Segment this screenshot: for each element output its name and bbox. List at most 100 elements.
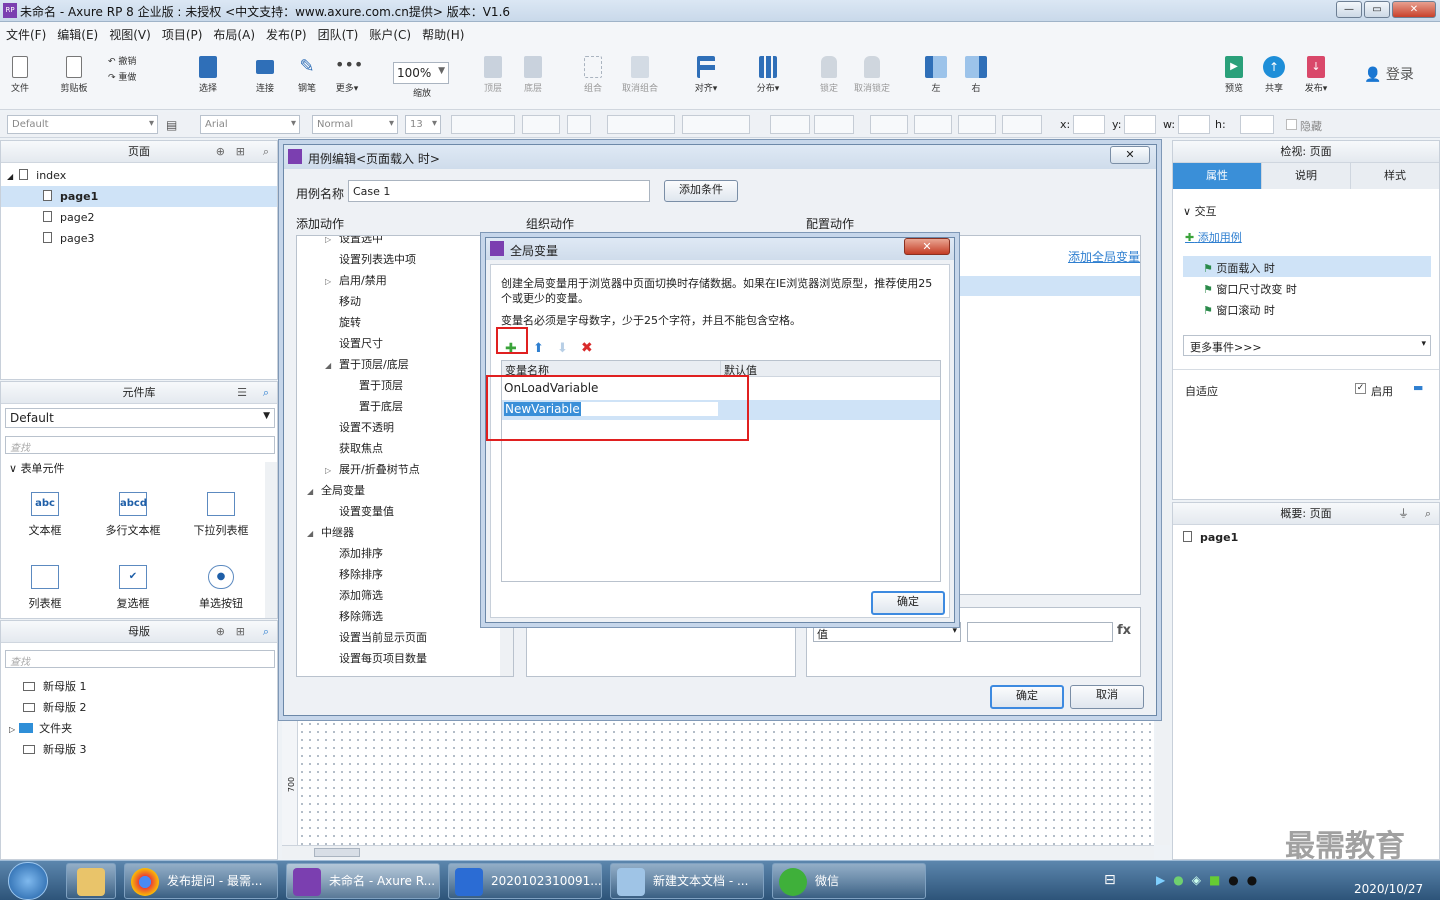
valign-buttons[interactable]: [682, 115, 750, 134]
unlock-tool[interactable]: 取消锁定: [850, 56, 894, 94]
tab-style[interactable]: 样式: [1350, 163, 1439, 189]
login-button[interactable]: 👤 登录: [1364, 64, 1414, 84]
action-item[interactable]: ◢ 全局变量: [297, 480, 513, 501]
style-select[interactable]: Default: [7, 115, 158, 134]
action-item[interactable]: 置于顶层: [297, 375, 513, 396]
widget-item[interactable]: abcd 多行文本框: [103, 492, 163, 538]
tray-wechat-icon[interactable]: ●: [1173, 873, 1183, 887]
event-window-resize[interactable]: ⚑ 窗口尺寸改变 时: [1183, 277, 1431, 298]
share-button[interactable]: ↑ 共享: [1260, 56, 1288, 94]
menu-item[interactable]: 账户(C): [363, 22, 416, 43]
widget-item[interactable]: abc 文本框: [15, 492, 75, 538]
action-item[interactable]: 获取焦点: [297, 438, 513, 459]
bottom-tool[interactable]: 底层: [518, 56, 548, 94]
action-item[interactable]: ▷ 启用/禁用: [297, 270, 513, 291]
menu-item[interactable]: 视图(V): [103, 22, 156, 43]
add-condition-button[interactable]: 添加条件: [664, 180, 738, 202]
menu-item[interactable]: 布局(A): [207, 22, 260, 43]
minimize-button[interactable]: —: [1336, 1, 1362, 18]
font-color-button[interactable]: [522, 115, 560, 134]
menu-item[interactable]: 项目(P): [156, 22, 208, 43]
interaction-section[interactable]: ∨ 交互: [1183, 203, 1217, 219]
preview-button[interactable]: ▶ 预览: [1220, 56, 1248, 94]
library-scrollbar[interactable]: [265, 462, 277, 618]
menu-item[interactable]: 帮助(H): [416, 22, 469, 43]
task-explorer[interactable]: [66, 863, 116, 899]
start-button[interactable]: [8, 862, 48, 900]
font-size-select[interactable]: 13: [405, 115, 441, 134]
list-button[interactable]: [567, 115, 591, 134]
search-icon[interactable]: ⌕: [263, 382, 269, 403]
action-item[interactable]: ◢ 置于顶层/底层: [297, 354, 513, 375]
add-global-variable-link[interactable]: 添加全局变量: [1068, 248, 1140, 265]
align-tool[interactable]: 对齐▾: [688, 56, 724, 94]
right-tool[interactable]: 右: [962, 56, 990, 94]
action-item[interactable]: 旋转: [297, 312, 513, 333]
align-buttons[interactable]: [607, 115, 675, 134]
h-input[interactable]: [1240, 115, 1274, 134]
action-item[interactable]: 置于底层: [297, 396, 513, 417]
group-tool[interactable]: 组合: [578, 56, 608, 94]
action-item[interactable]: 移除筛选: [297, 606, 513, 627]
widget-section-header[interactable]: ∨ 表单元件: [9, 460, 65, 476]
more-events-select[interactable]: 更多事件>>> ▾: [1183, 335, 1431, 356]
design-canvas[interactable]: [282, 720, 1154, 845]
action-item[interactable]: 添加筛选: [297, 585, 513, 606]
delete-variable-button[interactable]: ✖: [581, 340, 593, 356]
task-notepad[interactable]: 新建文本文档 - ...: [610, 863, 764, 899]
more-tool[interactable]: ••• 更多▾: [330, 56, 364, 95]
widget-item[interactable]: 下拉列表框: [191, 492, 251, 538]
action-item[interactable]: 移动: [297, 291, 513, 312]
zoom-select[interactable]: 100% ▼: [393, 62, 449, 84]
search-icon[interactable]: ⌕: [263, 621, 269, 642]
action-item[interactable]: ◢ 中继器: [297, 522, 513, 543]
move-down-button[interactable]: ⬇: [557, 341, 568, 356]
w-input[interactable]: [1178, 115, 1210, 134]
action-item[interactable]: 设置当前显示页面: [297, 627, 513, 648]
x-input[interactable]: [1073, 115, 1105, 134]
master-folder[interactable]: ▷ 文件夹: [1, 718, 277, 739]
add-folder-icon[interactable]: ⊞: [236, 141, 245, 162]
font-weight-select[interactable]: Normal: [312, 115, 398, 134]
event-page-load[interactable]: ⚑ 页面载入 时: [1183, 256, 1431, 277]
tray-qq2-icon[interactable]: ●: [1247, 873, 1257, 887]
connect-tool[interactable]: 连接: [250, 56, 280, 94]
task-axure[interactable]: 未命名 - Axure R...: [286, 863, 440, 899]
action-item[interactable]: 设置尺寸: [297, 333, 513, 354]
masters-search-input[interactable]: 查找: [5, 650, 275, 668]
y-input[interactable]: [1124, 115, 1156, 134]
action-item[interactable]: 设置列表选中项: [297, 249, 513, 270]
tray-nvidia-icon[interactable]: ■: [1209, 873, 1220, 887]
fx-button[interactable]: fx: [1117, 623, 1131, 638]
text-style-buttons[interactable]: [451, 115, 515, 134]
tray-app-icon[interactable]: ▶: [1156, 873, 1165, 887]
action-item[interactable]: ▷ 设置选中: [297, 236, 513, 249]
tab-notes[interactable]: 说明: [1261, 163, 1350, 189]
menu-icon[interactable]: ☰: [237, 382, 247, 403]
top-tool[interactable]: 顶层: [478, 56, 508, 94]
tree-item-page1[interactable]: page1: [1, 186, 277, 207]
value-type-select[interactable]: 值 ▾: [813, 622, 961, 642]
filter-icon[interactable]: ⏚: [1398, 503, 1409, 524]
tray-qq-icon[interactable]: ●: [1228, 873, 1238, 887]
value-input[interactable]: [967, 622, 1113, 642]
hide-checkbox[interactable]: [1286, 119, 1297, 130]
format-painter-icon[interactable]: ▤: [166, 118, 177, 132]
action-item[interactable]: 移除排序: [297, 564, 513, 585]
action-item[interactable]: 添加排序: [297, 543, 513, 564]
line-width-button[interactable]: [914, 115, 952, 134]
task-wechat[interactable]: 微信: [772, 863, 926, 899]
ime-icon[interactable]: ⊟: [1104, 872, 1116, 888]
pen-tool[interactable]: ✎ 钢笔: [292, 56, 322, 94]
maximize-button[interactable]: ▭: [1364, 1, 1390, 18]
case-ok-button[interactable]: 确定: [990, 685, 1064, 709]
canvas-scrollbar[interactable]: [282, 845, 1154, 859]
action-item[interactable]: 设置每页项目数量: [297, 648, 513, 669]
case-name-input[interactable]: Case 1: [348, 180, 650, 202]
menu-item[interactable]: 团队(T): [312, 22, 364, 43]
menu-item[interactable]: 发布(P): [260, 22, 312, 43]
master-item[interactable]: 新母版 2: [1, 697, 277, 718]
clipboard-tool[interactable]: 剪贴板: [58, 56, 90, 94]
action-item[interactable]: 设置变量值: [297, 501, 513, 522]
move-up-button[interactable]: ⬆: [533, 341, 544, 356]
